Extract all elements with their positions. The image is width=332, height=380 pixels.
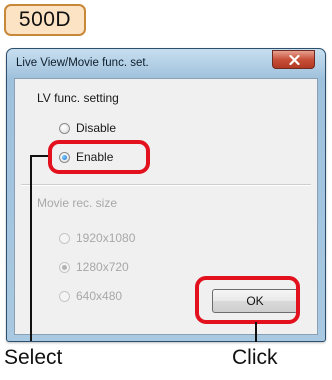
radio-1920x1080[interactable] xyxy=(59,233,70,244)
group-separator xyxy=(21,184,311,186)
close-icon xyxy=(289,55,300,65)
radio-640x480-label[interactable]: 640x480 xyxy=(76,289,122,303)
select-callout-line-vertical xyxy=(30,155,32,341)
radio-enable-label[interactable]: Enable xyxy=(76,150,113,164)
window-title: Live View/Movie func. set. xyxy=(16,57,149,69)
model-badge: 500D xyxy=(4,4,86,36)
ok-button[interactable]: OK xyxy=(212,289,298,313)
radio-1920x1080-label[interactable]: 1920x1080 xyxy=(76,231,135,245)
select-callout-line-horizontal xyxy=(30,155,48,157)
radio-enable[interactable] xyxy=(59,152,70,163)
radio-1280x720[interactable] xyxy=(59,262,70,273)
click-callout-line xyxy=(255,322,257,342)
radio-disable-label[interactable]: Disable xyxy=(76,121,116,135)
click-caption: Click xyxy=(232,346,278,369)
lv-func-setting-heading: LV func. setting xyxy=(37,91,119,105)
movie-rec-size-heading: Movie rec. size xyxy=(37,196,118,210)
radio-1280x720-label[interactable]: 1280x720 xyxy=(76,260,129,274)
radio-640x480[interactable] xyxy=(59,291,70,302)
select-caption: Select xyxy=(4,346,63,369)
radio-disable[interactable] xyxy=(59,123,70,134)
close-button[interactable] xyxy=(272,50,315,69)
